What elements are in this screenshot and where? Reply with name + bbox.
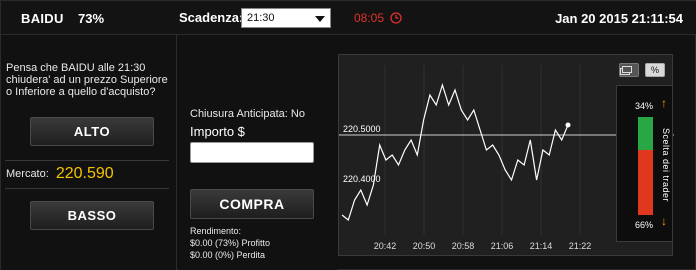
sentiment-down-pct: 66% xyxy=(635,220,654,230)
payout-percent: 73% xyxy=(78,11,105,26)
divider xyxy=(5,160,169,161)
x-tick-label: 21:06 xyxy=(491,241,514,251)
clock-icon xyxy=(390,12,403,24)
put-button[interactable]: BASSO xyxy=(30,201,154,230)
amount-input[interactable] xyxy=(190,142,314,163)
trader-sentiment: 34% ↑ Scelta dei trader 66% ↓ xyxy=(616,85,673,242)
asset-symbol: BAIDU xyxy=(21,11,64,26)
percent-view-button[interactable]: % xyxy=(645,63,665,77)
countdown-timer: 08:05 xyxy=(354,11,403,25)
price-line xyxy=(341,82,569,222)
x-tick-label: 20:58 xyxy=(452,241,475,251)
returns-info: Rendimento: $0.00 (73%) Profitto $0.00 (… xyxy=(190,225,270,261)
countdown-value: 08:05 xyxy=(354,11,385,25)
early-close-info: Chiusura Anticipata: No xyxy=(190,108,305,120)
x-tick-label: 20:50 xyxy=(413,241,436,251)
window-icon xyxy=(620,66,632,75)
server-datetime: Jan 20 2015 21:11:54 xyxy=(555,11,683,26)
header-bar: BAIDU 73% Scadenza: 21:30 08:05 Jan 20 2… xyxy=(1,1,696,35)
loss-line: $0.00 (0%) Perdita xyxy=(190,250,266,260)
direction-panel: Pensa che BAIDU alle 21:30 chiudera' ad … xyxy=(1,35,177,270)
profit-line: $0.00 (73%) Profitto xyxy=(190,238,271,248)
sentiment-down-bar xyxy=(638,150,653,215)
current-price-dot xyxy=(565,122,571,128)
sentiment-up-bar xyxy=(638,117,653,150)
arrow-up-icon: ↑ xyxy=(661,96,667,110)
order-panel: Chiusura Anticipata: No Importo $ COMPRA… xyxy=(178,35,337,270)
market-price-value: 220.590 xyxy=(55,165,114,182)
amount-label: Importo $ xyxy=(190,124,245,139)
sentiment-title: Scelta dei trader xyxy=(661,128,671,203)
sentiment-up-pct: 34% xyxy=(635,101,654,111)
x-tick-label: 21:14 xyxy=(530,241,553,251)
x-tick-label: 20:42 xyxy=(374,241,397,251)
x-tick-label: 21:22 xyxy=(569,241,592,251)
market-price: Mercato: 220.590 xyxy=(6,165,114,183)
returns-title: Rendimento: xyxy=(190,226,242,236)
chart-type-button[interactable] xyxy=(619,63,639,77)
chevron-down-icon xyxy=(315,16,325,22)
divider xyxy=(5,188,169,189)
expiry-select-value: 21:30 xyxy=(247,12,275,24)
call-button[interactable]: ALTO xyxy=(30,117,154,146)
market-price-label: Mercato: xyxy=(6,168,49,180)
expiry-select[interactable]: 21:30 xyxy=(241,8,331,28)
buy-button[interactable]: COMPRA xyxy=(190,189,314,219)
expiry-label: Scadenza: xyxy=(179,10,244,25)
arrow-down-icon: ↓ xyxy=(661,214,667,228)
reference-line-label: 220.5000 xyxy=(343,124,381,134)
binary-option-widget: BAIDU 73% Scadenza: 21:30 08:05 Jan 20 2… xyxy=(0,0,696,270)
prediction-question: Pensa che BAIDU alle 21:30 chiudera' ad … xyxy=(6,62,168,98)
